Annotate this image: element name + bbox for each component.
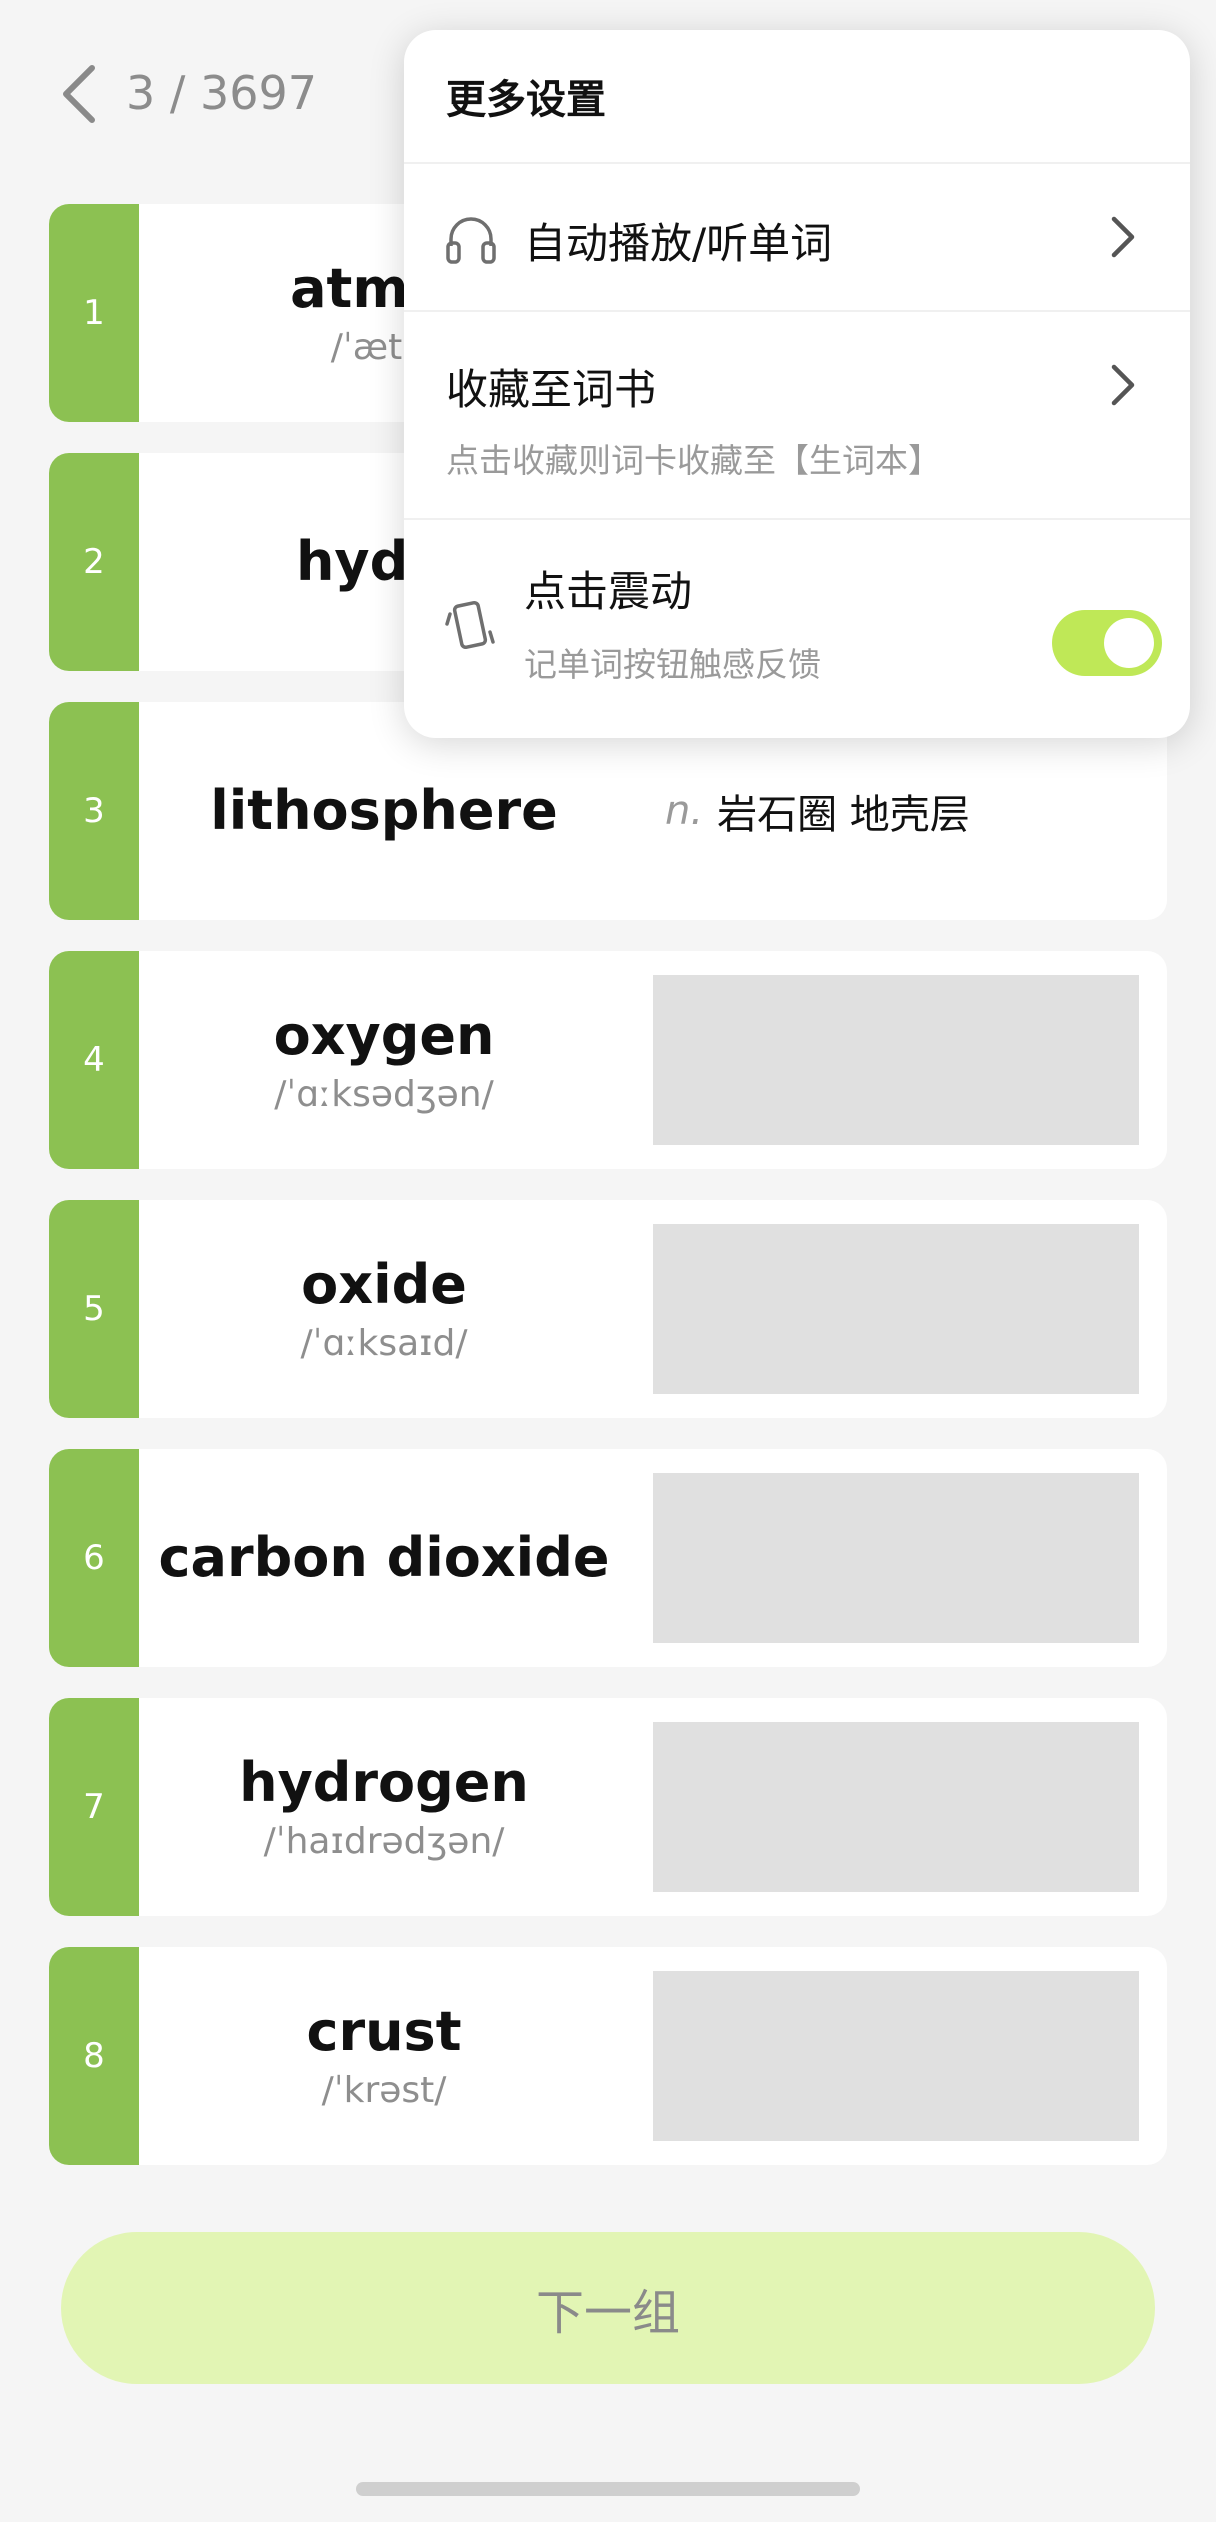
card-number: 2 [49, 453, 139, 671]
word-text: hydrogen [239, 1751, 529, 1815]
card-number: 7 [49, 1698, 139, 1916]
favorite-row[interactable]: 收藏至词书 点击收藏则词卡收藏至【生词本】 [404, 312, 1190, 518]
auto-play-row[interactable]: 自动播放/听单词 [404, 164, 1190, 310]
vibration-row: 点击震动 记单词按钮触感反馈 [404, 520, 1190, 738]
word-text: oxygen [273, 1004, 495, 1068]
meaning-cover[interactable] [653, 1224, 1139, 1394]
next-group-button[interactable]: 下一组 [61, 2232, 1155, 2384]
headphones-icon [446, 217, 496, 264]
popup-title: 更多设置 [446, 77, 606, 123]
card-number: 8 [49, 1947, 139, 2165]
card-number: 3 [49, 702, 139, 920]
phone-vibrate-icon [445, 600, 495, 650]
vibration-label: 点击震动 [524, 567, 693, 616]
word-card[interactable]: 8 crust /ˈkrəst/ [49, 1947, 1167, 2165]
word-card[interactable]: 6 carbon dioxide [49, 1449, 1167, 1667]
auto-play-label: 自动播放/听单词 [524, 219, 833, 268]
favorite-subtitle: 点击收藏则词卡收藏至【生词本】 [446, 441, 941, 480]
meaning-cover[interactable] [653, 1473, 1139, 1643]
meaning-cover[interactable] [653, 1722, 1139, 1892]
meaning-cover[interactable] [653, 975, 1139, 1145]
part-of-speech: n. [665, 788, 704, 834]
word-card[interactable]: 7 hydrogen /ˈhaɪdrədʒən/ [49, 1698, 1167, 1916]
chevron-left-icon [63, 65, 95, 123]
phonetic-text: /ˈɑːksaɪd/ [300, 1323, 468, 1365]
chevron-right-icon [1111, 216, 1135, 258]
word-text: oxide [301, 1253, 467, 1317]
more-settings-popup: 更多设置 自动播放/听单词 收藏至词书 点击收藏则词卡收藏至【生词本】 点击震动… [404, 30, 1190, 738]
chevron-right-icon [1111, 364, 1135, 406]
word-text: crust [306, 2000, 462, 2064]
vibration-subtitle: 记单词按钮触感反馈 [524, 645, 821, 684]
card-number: 4 [49, 951, 139, 1169]
card-number: 1 [49, 204, 139, 422]
back-button[interactable] [56, 62, 104, 126]
card-number: 6 [49, 1449, 139, 1667]
meaning-value: 岩石圈 地壳层 [717, 792, 970, 838]
toggle-knob [1104, 618, 1154, 668]
word-text: lithosphere [210, 778, 558, 842]
favorite-label: 收藏至词书 [446, 365, 657, 414]
progress-counter: 3 / 3697 [126, 66, 318, 120]
word-card[interactable]: 4 oxygen /ˈɑːksədʒən/ [49, 951, 1167, 1169]
card-number: 5 [49, 1200, 139, 1418]
word-card[interactable]: 5 oxide /ˈɑːksaɪd/ [49, 1200, 1167, 1418]
word-text: carbon dioxide [158, 1525, 610, 1589]
phonetic-text: /ˈhaɪdrədʒən/ [263, 1821, 505, 1863]
phonetic-text: /ˈkrəst/ [321, 2070, 447, 2112]
home-indicator[interactable] [356, 2482, 860, 2496]
meaning-cover[interactable] [653, 1971, 1139, 2141]
vibration-toggle[interactable] [1052, 610, 1162, 676]
phonetic-text: /ˈɑːksədʒən/ [274, 1074, 494, 1116]
